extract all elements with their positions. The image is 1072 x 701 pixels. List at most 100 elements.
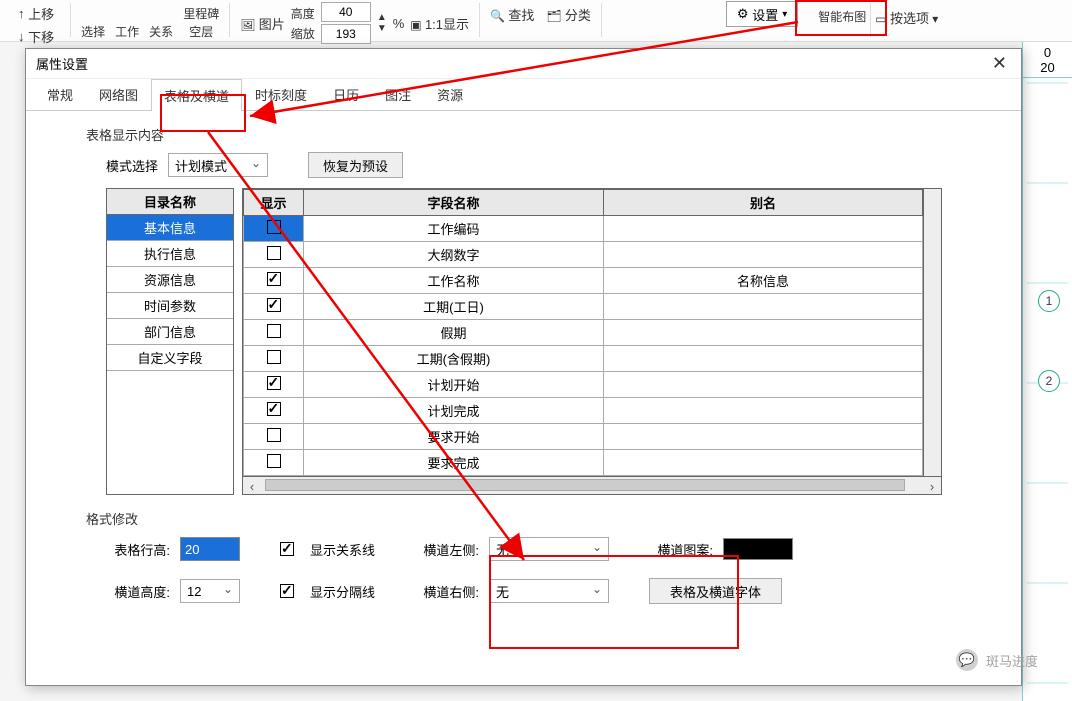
grid-row[interactable]: 假期	[244, 320, 923, 346]
mode-label: 模式选择	[106, 156, 158, 175]
ribbon-zoom-label: 缩放	[291, 25, 315, 42]
ribbon-milestone[interactable]: 里程碑	[183, 5, 219, 22]
checkbox-icon[interactable]	[267, 298, 281, 312]
bar-pattern-label: 横道图案:	[649, 540, 713, 559]
checkbox-icon[interactable]	[267, 402, 281, 416]
catalog-item-custom[interactable]: 自定义字段	[107, 345, 233, 371]
grid-row[interactable]: 工作编码	[244, 216, 923, 242]
ribbon-settings-label: 设置	[752, 5, 778, 24]
show-divider-label: 显示分隔线	[310, 582, 375, 601]
ribbon-image[interactable]: 🖼 图片	[240, 14, 285, 33]
ribbon-move-up[interactable]: ↑ 上移	[12, 2, 60, 25]
catalog-header: 目录名称	[107, 189, 233, 215]
scrollbar-thumb[interactable]	[265, 479, 905, 491]
ribbon-space[interactable]: 空层	[189, 23, 213, 40]
ribbon-boxselect[interactable]: ▭ 按选项 ▾	[875, 8, 938, 27]
tab-general[interactable]: 常规	[34, 78, 86, 110]
dialog-tabbar: 常规 网络图 表格及横道 时标刻度 日历 图注 资源	[26, 79, 1021, 111]
grid-row[interactable]: 大纲数字	[244, 242, 923, 268]
tab-resource[interactable]: 资源	[424, 78, 476, 110]
ribbon-settings-button[interactable]: ⚙ 设置 ▾	[726, 1, 798, 27]
tab-table-bar[interactable]: 表格及横道	[151, 79, 242, 111]
bar-right-select[interactable]: 无	[489, 579, 609, 603]
catalog-item-time[interactable]: 时间参数	[107, 293, 233, 319]
tab-legend[interactable]: 图注	[372, 78, 424, 110]
section-display-title: 表格显示内容	[86, 125, 981, 144]
grid-row[interactable]: 要求开始	[244, 424, 923, 450]
scroll-left-icon[interactable]: ‹	[243, 477, 261, 495]
ribbon-classify[interactable]: 🗂 分类	[546, 5, 591, 24]
watermark-text: 斑马进度	[986, 651, 1038, 670]
gantt-node: 2	[1038, 370, 1060, 392]
checkbox-icon[interactable]	[267, 428, 281, 442]
dialog-title: 属性设置	[36, 54, 88, 73]
font-settings-button[interactable]: 表格及横道字体	[649, 578, 782, 604]
watermark: 💬 斑马进度	[956, 649, 1038, 671]
percent-icon[interactable]: %	[393, 16, 405, 31]
ribbon-zoom-input[interactable]	[321, 24, 371, 44]
ribbon-view-11[interactable]: ▣ 1:1显示	[410, 14, 469, 33]
tab-timescale[interactable]: 时标刻度	[242, 78, 320, 110]
checkbox-icon[interactable]	[267, 350, 281, 364]
spinner-icon[interactable]: ▲▼	[377, 12, 387, 34]
show-divider-checkbox[interactable]	[280, 584, 294, 598]
ribbon-select[interactable]: 选择	[81, 23, 105, 40]
ribbon-move-down[interactable]: ↓ 下移	[12, 25, 60, 48]
scroll-right-icon[interactable]: ›	[923, 477, 941, 495]
grid-row[interactable]: 工期(工日)	[244, 294, 923, 320]
checkbox-icon[interactable]	[267, 272, 281, 286]
checkbox-icon[interactable]	[267, 324, 281, 338]
checkbox-icon[interactable]	[267, 454, 281, 468]
ribbon-separator	[229, 3, 230, 37]
show-relation-label: 显示关系线	[310, 540, 375, 559]
ribbon-separator	[601, 3, 602, 37]
gantt-background: 020 1 2	[1022, 42, 1072, 701]
tab-network[interactable]: 网络图	[86, 78, 151, 110]
close-icon[interactable]: ✕	[988, 53, 1011, 74]
grid-row[interactable]: 要求完成	[244, 450, 923, 476]
row-height-label: 表格行高:	[106, 540, 170, 559]
ribbon-smartlayout[interactable]: 智能布图	[818, 8, 866, 25]
ribbon-separator	[479, 3, 480, 37]
chevron-down-icon: ▾	[782, 9, 787, 20]
grid-header-show: 显示	[244, 190, 304, 216]
horizontal-scrollbar[interactable]: ‹ ›	[243, 476, 941, 494]
ribbon-height-label: 高度	[291, 5, 315, 22]
bar-height-label: 横道高度:	[106, 582, 170, 601]
tab-calendar[interactable]: 日历	[320, 78, 372, 110]
vertical-scrollbar[interactable]	[923, 189, 941, 476]
checkbox-icon[interactable]	[267, 246, 281, 260]
grid-header-field: 字段名称	[304, 190, 604, 216]
ribbon-separator	[870, 3, 871, 37]
checkbox-icon[interactable]	[267, 376, 281, 390]
gear-icon: ⚙	[737, 6, 749, 22]
bar-left-select[interactable]: 无	[489, 537, 609, 561]
grid-row[interactable]: 计划完成	[244, 398, 923, 424]
ribbon: ↑ 上移 ↓ 下移 选择 工作 关系 里程碑 空层 🖼 图片 高度 缩放 ▲▼ …	[0, 0, 1072, 42]
grid-row[interactable]: 计划开始	[244, 372, 923, 398]
bar-pattern-swatch[interactable]	[723, 538, 793, 560]
checkbox-icon[interactable]	[267, 220, 281, 234]
gantt-node: 1	[1038, 290, 1060, 312]
grid-row[interactable]: 工期(含假期)	[244, 346, 923, 372]
ribbon-work[interactable]: 工作	[115, 23, 139, 40]
wechat-icon: 💬	[956, 649, 978, 671]
catalog-list: 目录名称 基本信息 执行信息 资源信息 时间参数 部门信息 自定义字段	[106, 188, 234, 495]
ribbon-height-input[interactable]	[321, 2, 371, 22]
property-settings-dialog: 属性设置 ✕ 常规 网络图 表格及横道 时标刻度 日历 图注 资源 表格显示内容…	[25, 48, 1022, 686]
catalog-item-exec[interactable]: 执行信息	[107, 241, 233, 267]
catalog-item-basic[interactable]: 基本信息	[107, 215, 233, 241]
grid-row[interactable]: 工作名称名称信息	[244, 268, 923, 294]
reset-preset-button[interactable]: 恢复为预设	[308, 152, 403, 178]
format-section-title: 格式修改	[86, 509, 981, 528]
show-relation-checkbox[interactable]	[280, 542, 294, 556]
mode-select[interactable]: 计划模式	[168, 153, 268, 177]
ribbon-relation[interactable]: 关系	[149, 23, 173, 40]
catalog-item-dept[interactable]: 部门信息	[107, 319, 233, 345]
bar-right-label: 横道右侧:	[415, 582, 479, 601]
bar-height-select[interactable]: 12	[180, 579, 240, 603]
field-grid: 显示 字段名称 别名 工作编码 大纲数字 工作名称名称信息 工期(工日) 假期 …	[242, 188, 942, 495]
row-height-input[interactable]	[180, 537, 240, 561]
ribbon-find[interactable]: 🔍 查找	[490, 5, 534, 24]
catalog-item-resource[interactable]: 资源信息	[107, 267, 233, 293]
